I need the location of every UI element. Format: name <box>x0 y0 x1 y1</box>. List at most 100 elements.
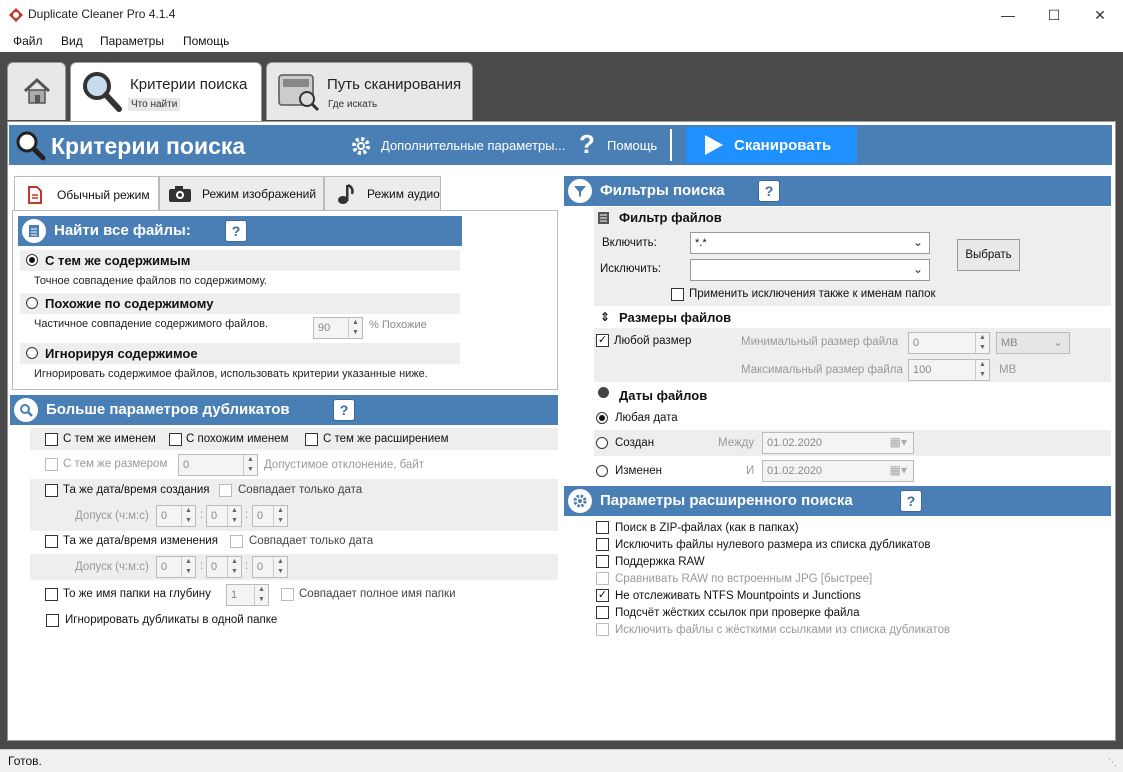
advanced-option-checkbox[interactable] <box>596 623 609 636</box>
created-date-only-checkbox[interactable] <box>219 484 232 497</box>
modified-date-picker[interactable]: 01.02.2020 ▦▾ <box>762 460 914 482</box>
full-folder-label: Совпадает полное имя папки <box>299 588 456 600</box>
tolerance-label: Допуск (ч:м:с) <box>75 510 149 522</box>
same-name-checkbox[interactable] <box>45 433 58 446</box>
same-size-checkbox[interactable] <box>45 458 58 471</box>
full-folder-checkbox[interactable] <box>281 588 294 601</box>
created-radio[interactable] <box>596 437 608 449</box>
help-button[interactable]: ? <box>225 220 247 242</box>
size-unit-combo[interactable]: MB ⌄ <box>996 332 1070 354</box>
more-params-header: Больше параметров дубликатов ? <box>10 395 558 425</box>
same-created-checkbox[interactable] <box>45 484 58 497</box>
advanced-option-checkbox[interactable]: ✓ <box>596 589 609 602</box>
folder-depth-checkbox[interactable] <box>45 588 58 601</box>
and-label: И <box>746 465 755 477</box>
file-dates-title: Даты файлов <box>619 388 708 403</box>
help-link[interactable]: Помощь <box>607 138 657 153</box>
include-combo[interactable]: *.* ⌄ <box>690 232 930 254</box>
modified-label: Изменен <box>615 465 662 477</box>
hours-spinner[interactable]: 0 ▲ ▼ <box>156 556 196 578</box>
advanced-option-label: Поиск в ZIP-файлах (как в папках) <box>615 522 799 534</box>
advanced-option-checkbox[interactable] <box>596 521 609 534</box>
advanced-option-checkbox[interactable] <box>596 538 609 551</box>
created-label: Создан <box>615 437 655 449</box>
ignore-same-folder-checkbox[interactable] <box>46 614 59 627</box>
advanced-option-checkbox[interactable] <box>596 572 609 585</box>
help-button[interactable]: ? <box>758 180 780 202</box>
same-extension-checkbox[interactable] <box>305 433 318 446</box>
modified-radio[interactable] <box>596 465 608 477</box>
help-button[interactable]: ? <box>900 490 922 512</box>
menu-file[interactable]: Файл <box>13 34 43 48</box>
folder-depth-label: То же имя папки на глубину <box>63 588 211 600</box>
tab-search-criteria[interactable]: Критерии поиска Что найти <box>70 62 262 124</box>
ignore-content-desc: Игнорировать содержимое файлов, использо… <box>34 368 428 380</box>
similar-name-checkbox[interactable] <box>169 433 182 446</box>
minimize-button[interactable]: — <box>985 0 1031 30</box>
size-tolerance-spinner[interactable]: 0 ▲ ▼ <box>178 454 258 476</box>
seconds-spinner[interactable]: 0 ▲ ▼ <box>252 505 288 527</box>
magnifier-icon <box>16 131 46 161</box>
advanced-option-label: Подсчёт жёстких ссылок при проверке файл… <box>615 607 860 619</box>
section-title: Параметры расширенного поиска <box>600 492 853 509</box>
modified-date-only-checkbox[interactable] <box>230 535 243 548</box>
ignore-content-radio[interactable] <box>26 347 38 359</box>
tab-audio-mode[interactable]: Режим аудио <box>324 176 441 210</box>
any-size-checkbox[interactable]: ✓ <box>596 334 609 347</box>
list-icon <box>22 219 46 243</box>
max-size-spinner[interactable]: 100 ▲ ▼ <box>908 359 990 381</box>
sort-icon: ⇕ <box>600 310 611 324</box>
size-tolerance-label: Допустимое отклонение, байт <box>264 459 425 471</box>
tab-home[interactable] <box>7 62 66 120</box>
menu-bar <box>0 30 1123 52</box>
menu-help[interactable]: Помощь <box>183 34 229 48</box>
maximize-button[interactable]: ☐ <box>1031 0 1077 30</box>
advanced-option-label: Не отслеживать NTFS Mountpoints и Juncti… <box>615 590 861 602</box>
menu-settings[interactable]: Параметры <box>100 34 164 48</box>
created-date-picker[interactable]: 01.02.2020 ▦▾ <box>762 432 914 454</box>
document-icon <box>28 185 42 204</box>
menu-view[interactable]: Вид <box>61 34 83 48</box>
tab-scan-path[interactable]: Путь сканирования Где искать <box>266 62 473 120</box>
divider <box>670 129 672 161</box>
similar-content-radio[interactable] <box>26 297 38 309</box>
resize-grip-icon[interactable]: ⋱ <box>1108 757 1117 768</box>
exclude-combo[interactable]: ⌄ <box>690 259 930 281</box>
tab-image-mode[interactable]: Режим изображений <box>159 176 324 210</box>
max-size-unit: MB <box>999 364 1017 376</box>
status-text: Готов. <box>8 754 42 768</box>
choose-button[interactable]: Выбрать <box>957 239 1020 271</box>
tab-label: Режим изображений <box>202 186 317 201</box>
include-label: Включить: <box>602 237 657 249</box>
apply-folders-checkbox[interactable] <box>671 288 684 301</box>
modified-date-only-label: Совпадает только дата <box>249 535 374 547</box>
min-size-spinner[interactable]: 0 ▲ ▼ <box>908 332 990 354</box>
help-button[interactable]: ? <box>333 399 355 421</box>
tab-normal-mode[interactable]: Обычный режим <box>14 176 159 212</box>
advanced-option-checkbox[interactable] <box>596 606 609 619</box>
minutes-spinner[interactable]: 0 ▲ ▼ <box>206 556 242 578</box>
same-content-radio[interactable] <box>26 254 38 266</box>
advanced-option-checkbox[interactable] <box>596 555 609 568</box>
scan-button[interactable]: Сканировать <box>686 127 857 163</box>
same-modified-checkbox[interactable] <box>45 535 58 548</box>
section-title: Больше параметров дубликатов <box>46 401 290 418</box>
calendar-icon: ▦▾ <box>889 463 907 477</box>
close-button[interactable]: ✕ <box>1077 0 1123 30</box>
same-content-label: С тем же содержимым <box>45 253 191 268</box>
minutes-spinner[interactable]: 0 ▲ ▼ <box>206 505 242 527</box>
advanced-settings-link[interactable]: Дополнительные параметры... <box>381 138 565 153</box>
calendar-icon: ▦▾ <box>889 435 907 449</box>
any-date-radio[interactable] <box>596 412 608 424</box>
same-modified-label: Та же дата/время изменения <box>63 535 218 547</box>
separator: : <box>200 509 204 521</box>
tab-title: Путь сканирования <box>327 76 462 93</box>
folder-depth-spinner[interactable]: 1 ▲ ▼ <box>226 584 269 606</box>
funnel-icon <box>568 179 592 203</box>
similarity-spinner[interactable]: 90 ▲ ▼ <box>313 317 363 339</box>
hours-spinner[interactable]: 0 ▲ ▼ <box>156 505 196 527</box>
max-size-label: Максимальный размер файла <box>741 364 903 376</box>
seconds-spinner[interactable]: 0 ▲ ▼ <box>252 556 288 578</box>
question-icon: ? <box>579 129 595 159</box>
chevron-down-icon: ⌄ <box>912 262 923 276</box>
